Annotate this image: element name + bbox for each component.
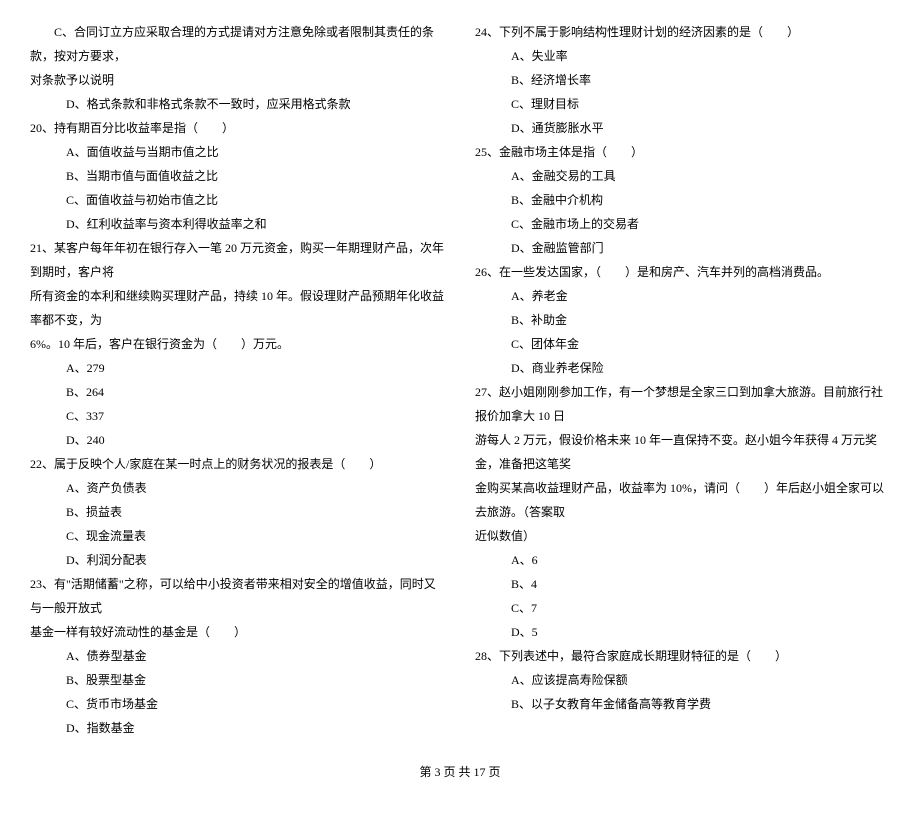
question-21-stem-line1: 21、某客户每年年初在银行存入一笔 20 万元资金，购买一年期理财产品，次年到期…: [30, 236, 445, 284]
right-column: 24、下列不属于影响结构性理财计划的经济因素的是（ ） A、失业率 B、经济增长…: [475, 20, 890, 740]
two-column-layout: C、合同订立方应采取合理的方式提请对方注意免除或者限制其责任的条款，按对方要求，…: [30, 20, 890, 740]
question-26-option-b: B、补助金: [475, 308, 890, 332]
question-20-option-d: D、红利收益率与资本利得收益率之和: [30, 212, 445, 236]
question-22-option-a: A、资产负债表: [30, 476, 445, 500]
pre-text-line: 对条款予以说明: [30, 68, 445, 92]
question-25-option-c: C、金融市场上的交易者: [475, 212, 890, 236]
question-27-option-a: A、6: [475, 548, 890, 572]
question-22-option-c: C、现金流量表: [30, 524, 445, 548]
question-27-option-c: C、7: [475, 596, 890, 620]
page-footer: 第 3 页 共 17 页: [30, 760, 890, 784]
question-23-stem-line2: 基金一样有较好流动性的基金是（ ）: [30, 620, 445, 644]
question-23-stem-line1: 23、有"活期储蓄"之称，可以给中小投资者带来相对安全的增值收益，同时又与一般开…: [30, 572, 445, 620]
question-21-option-d: D、240: [30, 428, 445, 452]
question-25-option-a: A、金融交易的工具: [475, 164, 890, 188]
left-column: C、合同订立方应采取合理的方式提请对方注意免除或者限制其责任的条款，按对方要求，…: [30, 20, 445, 740]
question-26-option-a: A、养老金: [475, 284, 890, 308]
question-27-option-d: D、5: [475, 620, 890, 644]
question-27-stem-line2: 游每人 2 万元，假设价格未来 10 年一直保持不变。赵小姐今年获得 4 万元奖…: [475, 428, 890, 476]
question-20-option-a: A、面值收益与当期市值之比: [30, 140, 445, 164]
question-21-option-c: C、337: [30, 404, 445, 428]
question-23-option-b: B、股票型基金: [30, 668, 445, 692]
question-25-option-d: D、金融监管部门: [475, 236, 890, 260]
question-24-option-c: C、理财目标: [475, 92, 890, 116]
question-20-option-c: C、面值收益与初始市值之比: [30, 188, 445, 212]
question-27-stem-line4: 近似数值）: [475, 524, 890, 548]
question-26-option-d: D、商业养老保险: [475, 356, 890, 380]
question-24-option-b: B、经济增长率: [475, 68, 890, 92]
question-27-stem-line1: 27、赵小姐刚刚参加工作，有一个梦想是全家三口到加拿大旅游。目前旅行社报价加拿大…: [475, 380, 890, 428]
question-23-option-a: A、债券型基金: [30, 644, 445, 668]
question-25-option-b: B、金融中介机构: [475, 188, 890, 212]
question-21-stem-line2: 所有资金的本利和继续购买理财产品，持续 10 年。假设理财产品预期年化收益率都不…: [30, 284, 445, 332]
question-21-option-a: A、279: [30, 356, 445, 380]
question-24-stem: 24、下列不属于影响结构性理财计划的经济因素的是（ ）: [475, 20, 890, 44]
question-26-option-c: C、团体年金: [475, 332, 890, 356]
question-24-option-d: D、通货膨胀水平: [475, 116, 890, 140]
question-23-option-d: D、指数基金: [30, 716, 445, 740]
pre-option-d: D、格式条款和非格式条款不一致时，应采用格式条款: [30, 92, 445, 116]
question-27-stem-line3: 金购买某高收益理财产品，收益率为 10%，请问（ ）年后赵小姐全家可以去旅游。（…: [475, 476, 890, 524]
question-27-option-b: B、4: [475, 572, 890, 596]
question-22-option-b: B、损益表: [30, 500, 445, 524]
question-26-stem: 26、在一些发达国家，（ ）是和房产、汽车并列的高档消费品。: [475, 260, 890, 284]
question-28-option-b: B、以子女教育年金储备高等教育学费: [475, 692, 890, 716]
question-24-option-a: A、失业率: [475, 44, 890, 68]
question-28-stem: 28、下列表述中，最符合家庭成长期理财特征的是（ ）: [475, 644, 890, 668]
question-21-option-b: B、264: [30, 380, 445, 404]
question-28-option-a: A、应该提高寿险保额: [475, 668, 890, 692]
question-22-option-d: D、利润分配表: [30, 548, 445, 572]
question-22-stem: 22、属于反映个人/家庭在某一时点上的财务状况的报表是（ ）: [30, 452, 445, 476]
question-25-stem: 25、金融市场主体是指（ ）: [475, 140, 890, 164]
question-23-option-c: C、货币市场基金: [30, 692, 445, 716]
question-20-stem: 20、持有期百分比收益率是指（ ）: [30, 116, 445, 140]
question-20-option-b: B、当期市值与面值收益之比: [30, 164, 445, 188]
pre-text-line: C、合同订立方应采取合理的方式提请对方注意免除或者限制其责任的条款，按对方要求，: [30, 20, 445, 68]
question-21-stem-line3: 6%。10 年后，客户在银行资金为（ ）万元。: [30, 332, 445, 356]
